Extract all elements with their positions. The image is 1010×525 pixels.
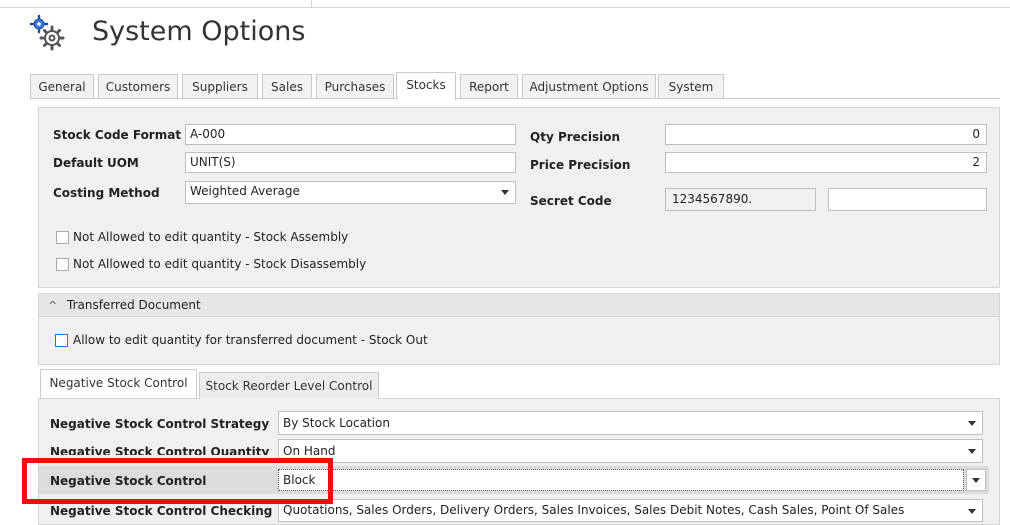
chevron-down-icon[interactable] (968, 449, 976, 454)
tab-stocks[interactable]: Stocks (396, 72, 456, 100)
window-top-strip (0, 0, 1010, 8)
tab-customers[interactable]: Customers (98, 74, 178, 99)
secret-code-confirm-field[interactable] (828, 188, 987, 211)
assembly-checkbox-label: Not Allowed to edit quantity - Stock Ass… (73, 230, 349, 244)
costing-method-label: Costing Method (53, 186, 160, 200)
tab-sales[interactable]: Sales (262, 74, 312, 99)
tab-suppliers[interactable]: Suppliers (182, 74, 258, 99)
negative-checking-label: Negative Stock Control Checking (50, 504, 273, 518)
tab-adjustment-options[interactable]: Adjustment Options (522, 74, 656, 99)
default-uom-label: Default UOM (53, 156, 139, 170)
negative-strategy-label: Negative Stock Control Strategy (50, 417, 270, 431)
assembly-checkbox[interactable] (56, 231, 69, 244)
page-title: System Options (92, 16, 306, 47)
default-uom-field[interactable]: UNIT(S) (185, 152, 516, 173)
negative-strategy-select[interactable]: By Stock Location (278, 411, 983, 435)
chevron-down-icon[interactable] (501, 190, 509, 195)
transferred-document-title: Transferred Document (67, 298, 201, 312)
disassembly-checkbox-label: Not Allowed to edit quantity - Stock Dis… (73, 257, 367, 271)
price-precision-label: Price Precision (530, 158, 631, 172)
stock-out-checkbox-label: Allow to edit quantity for transferred d… (73, 333, 428, 347)
tab-stock-reorder-level-control[interactable]: Stock Reorder Level Control (199, 372, 379, 399)
tab-purchases[interactable]: Purchases (316, 74, 394, 99)
transferred-document-header[interactable]: ^ Transferred Document (38, 293, 1000, 317)
tab-system[interactable]: System (658, 74, 724, 99)
negative-control-dropdown-button[interactable] (966, 469, 986, 491)
tab-negative-stock-control[interactable]: Negative Stock Control (40, 369, 197, 398)
negative-checking-select[interactable]: Quotations, Sales Orders, Delivery Order… (278, 499, 983, 522)
costing-method-value: Weighted Average (190, 184, 300, 198)
negative-checking-value: Quotations, Sales Orders, Delivery Order… (283, 503, 905, 517)
gear-icon (28, 14, 68, 52)
chevron-down-icon[interactable] (968, 509, 976, 514)
negative-quantity-select[interactable]: On Hand (278, 439, 983, 463)
negative-quantity-value: On Hand (283, 444, 336, 458)
stock-out-checkbox[interactable] (55, 334, 68, 347)
disassembly-checkbox[interactable] (56, 258, 69, 271)
costing-method-select[interactable]: Weighted Average (185, 181, 516, 204)
tab-divider (30, 98, 1000, 99)
qty-precision-label: Qty Precision (530, 130, 621, 144)
negative-control-select[interactable]: Block (278, 469, 964, 491)
stock-code-format-field[interactable]: A-000 (185, 124, 516, 145)
stock-code-format-label: Stock Code Format (53, 128, 182, 142)
secret-code-field[interactable]: 1234567890. (665, 188, 816, 211)
chevron-down-icon[interactable] (968, 421, 976, 426)
secret-code-label: Secret Code (530, 194, 612, 208)
negative-quantity-label: Negative Stock Control Quantity (50, 445, 270, 455)
qty-precision-field[interactable]: 0 (665, 124, 987, 145)
price-precision-field[interactable]: 2 (665, 152, 987, 173)
chevron-down-icon[interactable] (972, 478, 980, 483)
negative-control-label: Negative Stock Control (50, 474, 207, 488)
chevron-up-icon[interactable]: ^ (48, 299, 57, 312)
tab-general[interactable]: General (30, 74, 94, 99)
negative-strategy-value: By Stock Location (283, 416, 390, 430)
tab-report[interactable]: Report (460, 74, 518, 99)
